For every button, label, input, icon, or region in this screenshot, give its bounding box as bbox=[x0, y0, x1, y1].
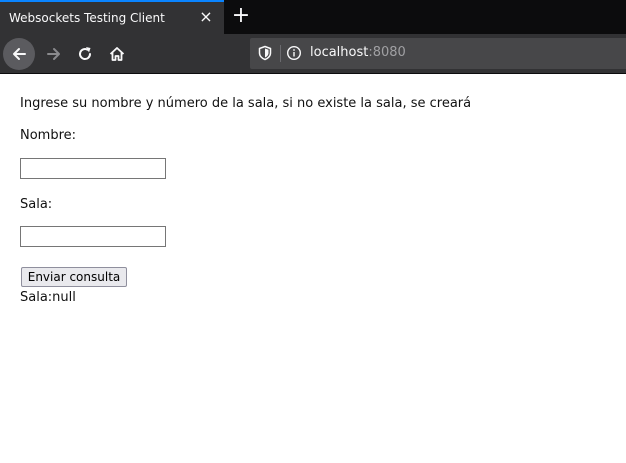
shield-icon[interactable] bbox=[257, 45, 273, 61]
back-arrow-icon bbox=[13, 48, 26, 60]
url-text[interactable]: localhost:8080 bbox=[310, 45, 406, 60]
sala-label: Sala: bbox=[20, 197, 53, 212]
forward-arrow-icon bbox=[47, 48, 60, 60]
info-icon[interactable] bbox=[286, 45, 302, 61]
address-bar-separator bbox=[280, 45, 281, 62]
nombre-input[interactable] bbox=[20, 158, 166, 179]
home-button[interactable] bbox=[101, 38, 133, 70]
close-tab-icon[interactable]: × bbox=[198, 9, 214, 25]
enviar-consulta-button[interactable]: Enviar consulta bbox=[21, 267, 127, 287]
tab-strip: Websockets Testing Client × + bbox=[0, 0, 626, 34]
back-button[interactable] bbox=[3, 38, 35, 70]
instructions-text: Ingrese su nombre y número de la sala, s… bbox=[20, 96, 472, 111]
reload-icon bbox=[79, 47, 92, 60]
forward-button[interactable] bbox=[38, 38, 70, 70]
reload-button[interactable] bbox=[69, 38, 101, 70]
sala-status-text: Sala:null bbox=[20, 290, 76, 305]
nombre-label: Nombre: bbox=[20, 128, 77, 143]
navigation-toolbar: localhost:8080 bbox=[0, 34, 626, 74]
page-content: Ingrese su nombre y número de la sala, s… bbox=[0, 74, 626, 463]
url-port: :8080 bbox=[368, 45, 406, 60]
home-icon bbox=[109, 47, 125, 61]
active-tab[interactable]: Websockets Testing Client × bbox=[0, 0, 224, 34]
sala-input[interactable] bbox=[20, 226, 166, 247]
url-host: localhost bbox=[310, 45, 369, 60]
tab-title: Websockets Testing Client bbox=[9, 11, 165, 25]
address-bar[interactable]: localhost:8080 bbox=[250, 38, 626, 69]
new-tab-icon[interactable]: + bbox=[230, 5, 252, 27]
